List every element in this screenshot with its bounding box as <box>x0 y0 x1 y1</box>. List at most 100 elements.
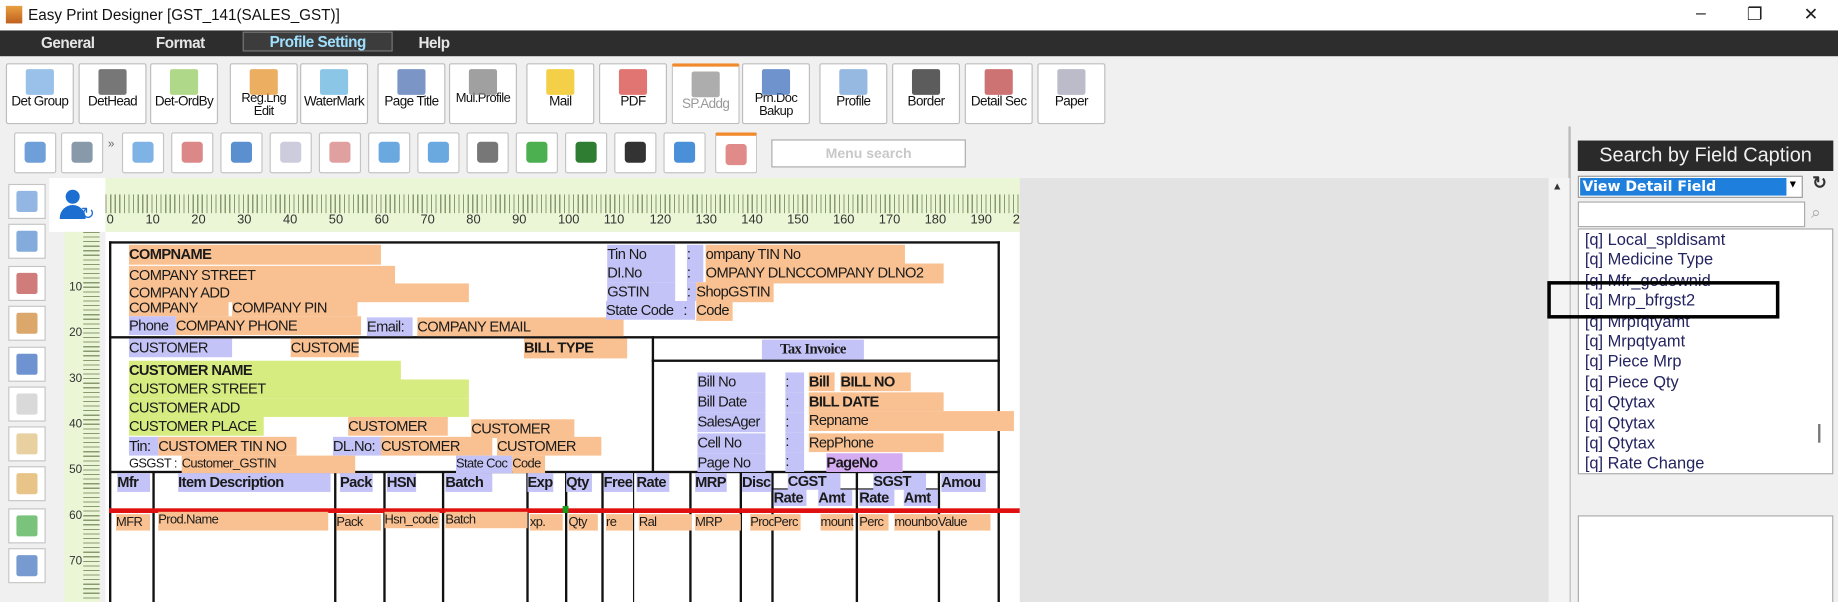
column-header[interactable]: Exp <box>527 473 554 492</box>
field-type-dropdown[interactable]: View Detail Field ▼ <box>1577 175 1803 198</box>
report-field[interactable]: CUSTOMER <box>348 416 448 436</box>
column-header[interactable]: Amt <box>818 489 853 506</box>
report-field[interactable]: Bill Date <box>697 392 766 413</box>
report-field[interactable]: : <box>785 412 805 433</box>
menu-profile-setting[interactable]: Profile Setting <box>242 31 393 52</box>
report-field[interactable]: CUSTOME <box>290 338 359 358</box>
report-field[interactable]: DL.No: <box>332 436 381 456</box>
detail-field[interactable]: xp. <box>529 514 563 531</box>
report-field[interactable]: CUSTOMER TIN NO <box>158 436 297 456</box>
edit-note-tool[interactable] <box>8 466 46 502</box>
print-share-button[interactable] <box>663 132 706 174</box>
column-header[interactable]: MRP <box>695 473 727 492</box>
report-field[interactable]: Tin No <box>607 244 676 265</box>
detail-field[interactable]: Prod.Name <box>158 511 329 531</box>
detail-field[interactable]: mount <box>820 514 854 531</box>
line-tool-tool[interactable] <box>8 265 46 301</box>
printer-setup-button[interactable] <box>220 132 263 174</box>
report-field[interactable]: : <box>785 392 805 413</box>
report-field[interactable]: Code <box>512 455 546 474</box>
field-list-item[interactable]: [q] Local_spldisamt <box>1585 230 1725 249</box>
column-header[interactable]: Qty <box>566 473 592 492</box>
delete-field-button[interactable] <box>171 132 214 174</box>
report-field[interactable]: CUSTOMER ADD <box>128 398 469 417</box>
report-field[interactable]: : <box>785 432 805 453</box>
report-field[interactable]: : <box>683 300 696 320</box>
user-refresh-button[interactable]: ↻ <box>49 178 106 232</box>
report-field[interactable]: Repname <box>808 411 1014 432</box>
field-list-item[interactable]: [q] Mrpqtyamt <box>1585 331 1685 350</box>
report-field[interactable]: BILL TYPE <box>523 338 628 359</box>
image-insert-tool[interactable] <box>8 508 46 544</box>
column-header[interactable]: SGST <box>873 473 927 490</box>
report-field[interactable]: COMPANY PHONE <box>175 316 362 335</box>
toolbar-button-det-ordby[interactable]: Det-OrdBy <box>150 63 219 125</box>
column-header[interactable]: Item Description <box>178 473 331 492</box>
report-field[interactable]: PageNo <box>826 453 903 472</box>
report-field[interactable]: Customer_GSTIN <box>181 455 356 474</box>
toolbar-button-dethead[interactable]: DetHead <box>78 63 147 125</box>
maximize-button[interactable]: ❐ <box>1737 4 1772 25</box>
field-list-item[interactable]: [q] Qtytax <box>1585 413 1655 432</box>
bottle-button[interactable] <box>269 132 312 174</box>
column-header[interactable]: Batch <box>445 473 493 492</box>
column-header[interactable]: Pack <box>339 473 373 492</box>
text-tool-tool[interactable] <box>8 183 46 220</box>
toolbar-button-watermark[interactable]: WaterMark <box>300 63 369 125</box>
report-field[interactable]: CUSTOMER <box>497 436 602 456</box>
field-search-input[interactable] <box>1577 201 1806 228</box>
report-field[interactable]: State Coc <box>455 455 513 474</box>
vertical-scrollbar[interactable]: ▲ <box>1547 178 1570 602</box>
report-field[interactable]: CUSTOMER NAME <box>128 360 401 381</box>
detail-field[interactable]: Batch <box>445 511 528 529</box>
menu-help[interactable]: Help <box>411 33 456 53</box>
report-field[interactable]: ompany TIN No <box>705 244 905 265</box>
detail-field[interactable]: Perc <box>859 514 889 531</box>
toolbar-overflow-chevron-icon[interactable]: » <box>108 138 115 151</box>
detail-field[interactable]: Qty <box>568 514 598 531</box>
print-active-button[interactable] <box>715 132 758 174</box>
report-field[interactable]: Bill No <box>697 372 766 393</box>
numbered-list-tool[interactable] <box>8 548 46 584</box>
detail-field[interactable]: Value <box>937 514 991 531</box>
preview-button[interactable] <box>14 132 57 174</box>
scroll-up-icon[interactable]: ▲ <box>1552 180 1562 192</box>
import-button[interactable] <box>121 132 165 174</box>
report-field[interactable]: CUSTOMER <box>128 338 233 358</box>
report-field[interactable]: : <box>785 452 805 472</box>
column-header[interactable]: Amou <box>941 473 986 492</box>
toolbar-button-mail[interactable]: Mail <box>526 63 595 125</box>
column-header[interactable]: Rate <box>773 489 807 506</box>
report-field[interactable]: GSGST : <box>129 456 185 474</box>
report-field[interactable]: CUSTOMER STREET <box>128 379 469 399</box>
column-header[interactable]: Rate <box>859 489 895 506</box>
detail-field[interactable]: MRP <box>695 514 741 531</box>
search-icon[interactable]: ⌕ <box>1811 203 1821 223</box>
toolbar-button-pdf[interactable]: PDF <box>598 63 667 125</box>
report-field[interactable]: COMPANY EMAIL <box>417 317 624 337</box>
pencil-tool[interactable] <box>8 305 46 341</box>
note-tool[interactable] <box>8 426 46 462</box>
report-field[interactable]: SalesAger <box>697 412 766 433</box>
report-field[interactable]: Tax Invoice <box>761 339 864 360</box>
globe-button[interactable] <box>565 132 608 174</box>
toolbar-button-border[interactable]: Border <box>892 63 961 125</box>
column-header[interactable]: Rate <box>636 473 670 492</box>
page-tool[interactable] <box>8 386 46 422</box>
column-header[interactable]: Free <box>603 473 633 492</box>
detail-field[interactable]: Hsn_code <box>384 511 440 529</box>
refresh-icon[interactable]: ↻ <box>1812 172 1827 193</box>
report-field[interactable]: Cell No <box>697 433 766 454</box>
field-list-item[interactable]: [q] Medicine Type <box>1585 250 1713 269</box>
column-header[interactable]: HSN <box>386 473 417 492</box>
report-field[interactable]: CUSTOMER <box>380 436 493 456</box>
report-field[interactable]: DI.No <box>607 263 676 283</box>
insert-button[interactable] <box>318 132 362 174</box>
detail-field[interactable]: Pack <box>336 514 381 531</box>
detail-field[interactable]: Proc <box>750 514 774 531</box>
marker-handle[interactable] <box>562 505 569 513</box>
report-field[interactable]: CUSTOMER <box>471 419 575 439</box>
report-field[interactable]: : <box>686 263 704 283</box>
toolbar-button-paper[interactable]: Paper <box>1037 63 1106 125</box>
close-button[interactable]: ✕ <box>1793 4 1828 25</box>
